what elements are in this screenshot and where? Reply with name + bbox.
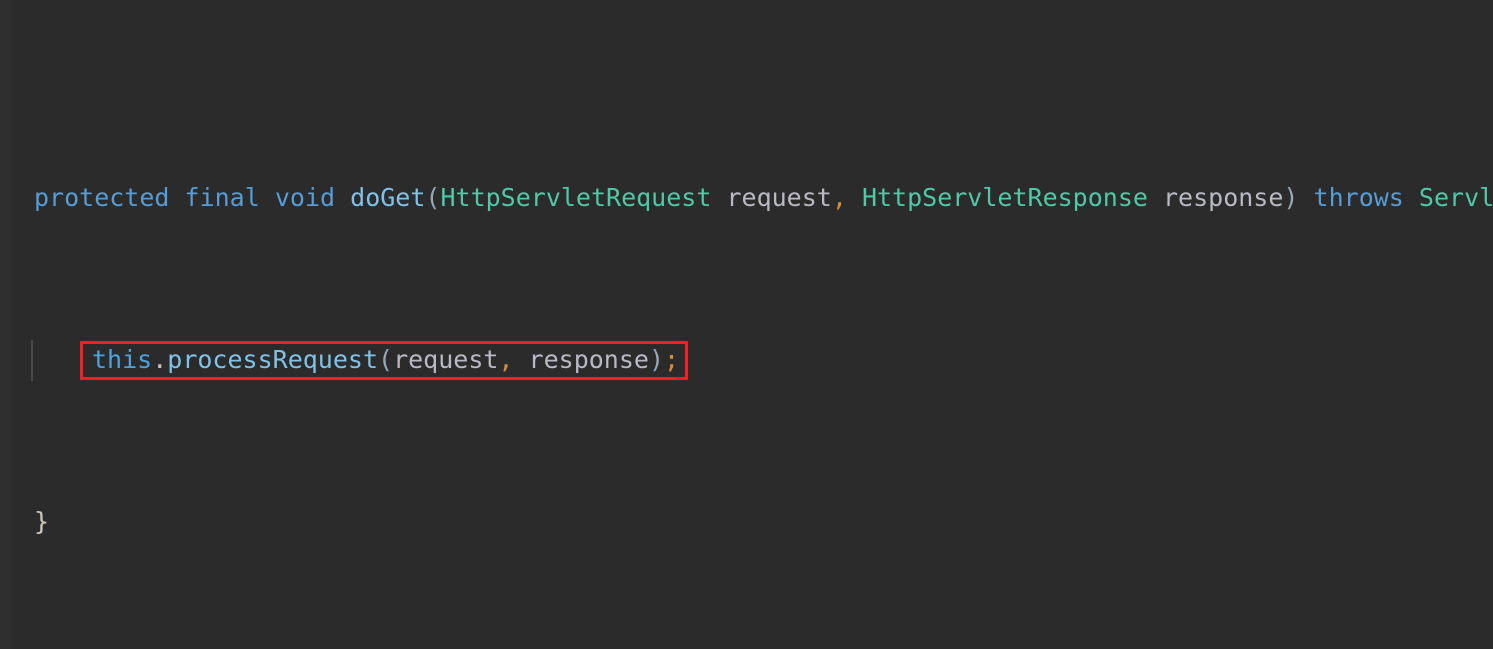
arg-request: request	[393, 345, 499, 374]
code-content[interactable]: protected final void doGet(HttpServletRe…	[0, 16, 1493, 649]
keyword-void: void	[274, 183, 336, 212]
param-name-response: response	[1163, 183, 1284, 212]
call-process-request[interactable]: processRequest	[167, 345, 378, 374]
keyword-protected: protected	[34, 183, 170, 212]
exception-type: Servle	[1418, 183, 1493, 212]
indent-guide	[31, 340, 33, 381]
method-name[interactable]: doGet	[350, 183, 425, 212]
dot-operator: .	[152, 345, 168, 374]
param-comma: ,	[831, 183, 847, 212]
call-close-paren: )	[648, 345, 665, 374]
call-open-paren: (	[378, 345, 394, 374]
close-paren: )	[1283, 183, 1299, 212]
semicolon: ;	[664, 345, 680, 374]
closing-brace: }	[34, 507, 50, 536]
param-type-response: HttpServletResponse	[861, 183, 1148, 212]
keyword-final: final	[184, 183, 260, 212]
method-closing-brace-line[interactable]: }	[0, 502, 1493, 543]
keyword-this: this	[92, 345, 153, 374]
param-type-request: HttpServletRequest	[440, 183, 712, 212]
arg-comma: ,	[498, 345, 514, 374]
open-paren: (	[425, 183, 441, 212]
arg-response: response	[528, 345, 649, 374]
code-editor[interactable]: protected final void doGet(HttpServletRe…	[0, 0, 1493, 649]
keyword-throws: throws	[1313, 183, 1404, 212]
method-body-line[interactable]: this.processRequest(request, response);	[0, 340, 1493, 381]
param-name-request: request	[726, 183, 832, 212]
method-signature-line[interactable]: protected final void doGet(HttpServletRe…	[0, 178, 1493, 219]
